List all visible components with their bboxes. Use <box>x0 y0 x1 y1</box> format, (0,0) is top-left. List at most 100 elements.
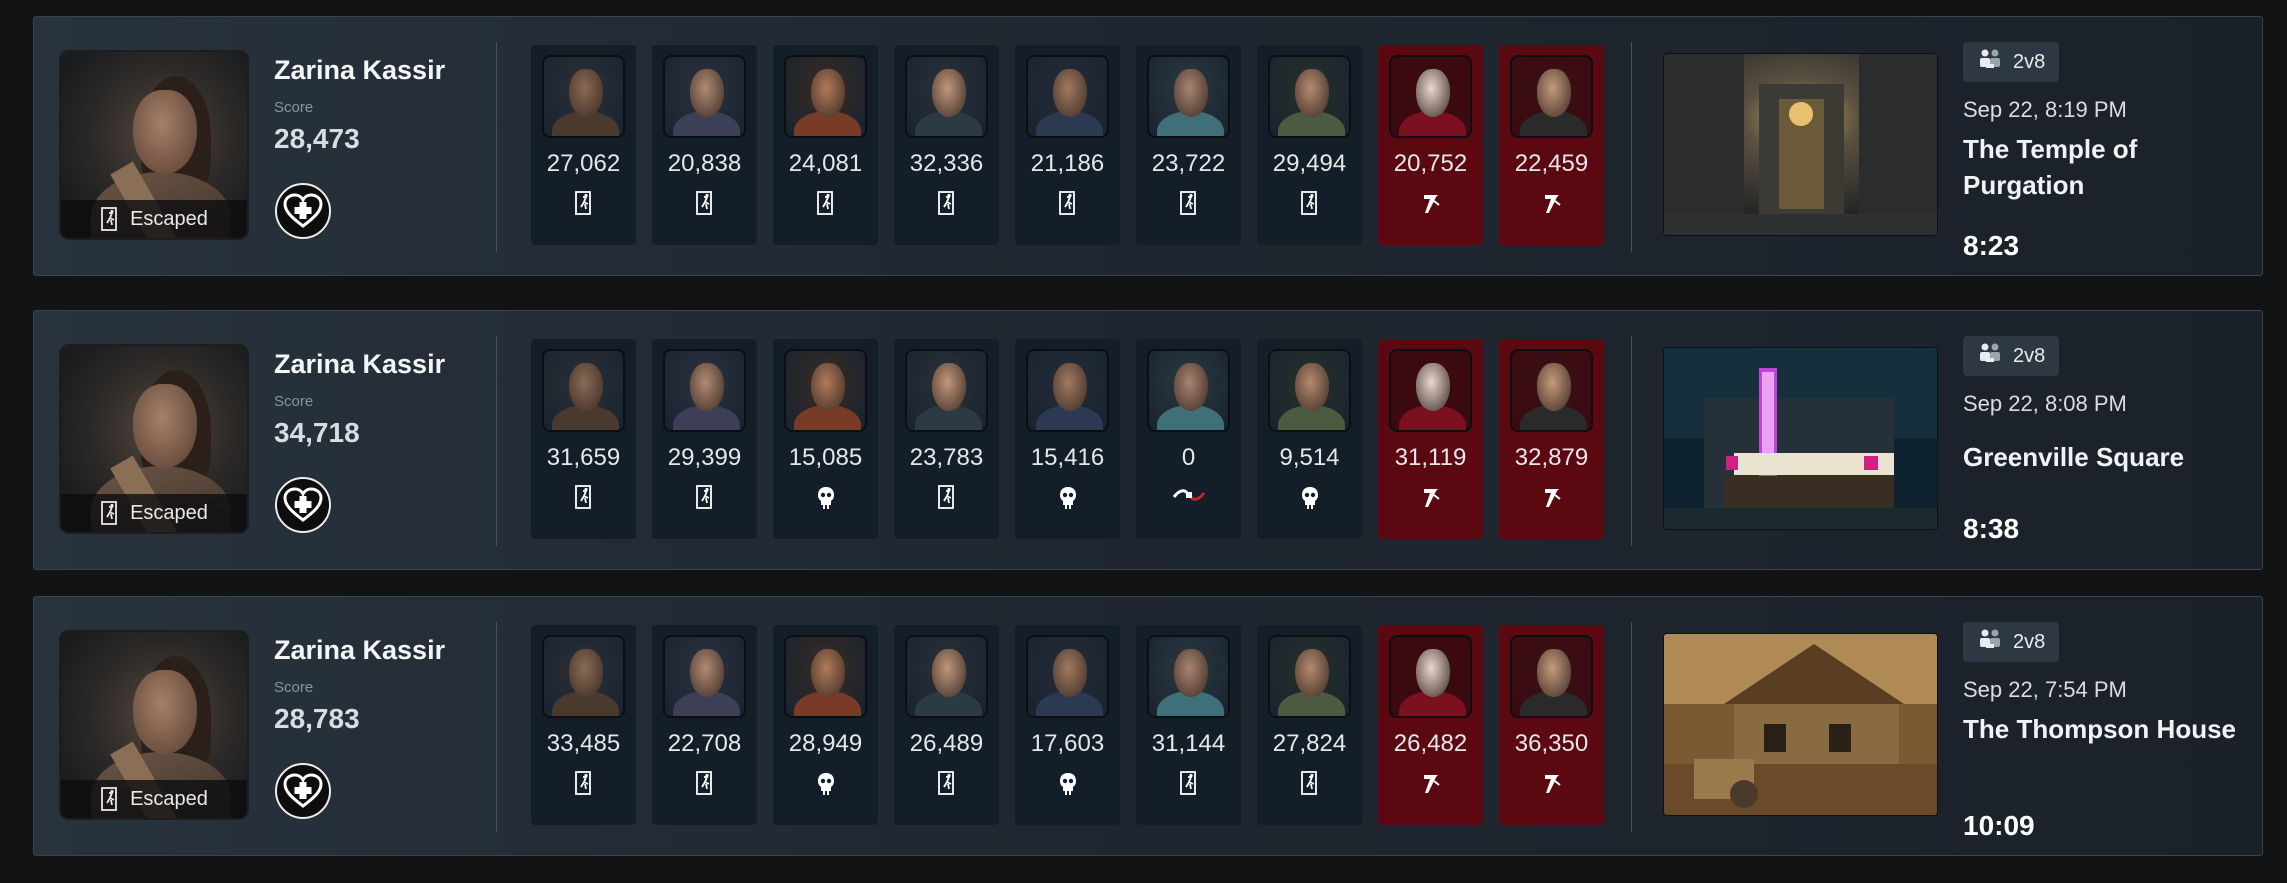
player-score: 34,718 <box>274 417 360 448</box>
match-duration: 8:23 <box>1963 230 2020 261</box>
players-icon <box>1977 627 2003 657</box>
character-portrait <box>784 635 867 718</box>
score-label: Score <box>274 99 314 116</box>
map-thumbnail <box>1663 633 1938 816</box>
exit-door-icon <box>894 485 999 509</box>
character-portrait <box>1147 55 1230 138</box>
survivor-card[interactable]: 31,659 <box>531 339 636 539</box>
exit-door-icon <box>531 771 636 795</box>
participant-score: 23,783 <box>909 444 984 471</box>
character-portrait <box>784 349 867 432</box>
match-date: Sep 22, 7:54 PM <box>1963 677 2127 702</box>
participants-list: 27,062 20,838 24,081 32,336 21,186 23,72… <box>531 45 1604 245</box>
survivor-card[interactable]: 23,783 <box>894 339 999 539</box>
killer-card[interactable]: 36,350 <box>1499 625 1604 825</box>
exit-door-icon <box>531 485 636 509</box>
character-portrait <box>1510 349 1593 432</box>
mode-label: 2v8 <box>2013 630 2046 653</box>
participant-score: 24,081 <box>788 150 863 177</box>
killer-card[interactable]: 22,459 <box>1499 45 1604 245</box>
participants-list: 31,659 29,399 15,085 23,783 15,416 0 9,5… <box>531 339 1604 539</box>
survivor-card[interactable]: 32,336 <box>894 45 999 245</box>
survivor-card[interactable]: 29,494 <box>1257 45 1362 245</box>
heart-plus-icon[interactable] <box>275 763 331 819</box>
character-portrait <box>784 55 867 138</box>
survivor-card[interactable]: 28,949 <box>773 625 878 825</box>
mode-badge: 2v8 <box>1963 42 2060 82</box>
participant-score: 31,144 <box>1151 730 1226 757</box>
map-name: Greenville Square <box>1963 442 2185 472</box>
character-portrait <box>1389 349 1472 432</box>
survivor-card[interactable]: 23,722 <box>1136 45 1241 245</box>
character-portrait <box>1510 55 1593 138</box>
participant-score: 27,824 <box>1272 730 1347 757</box>
score-label: Score <box>274 679 314 696</box>
participant-score: 33,485 <box>546 730 621 757</box>
knife-icon <box>1499 191 1604 217</box>
character-portrait <box>1268 635 1351 718</box>
participant-score: 20,752 <box>1393 150 1468 177</box>
map-thumbnail <box>1663 53 1938 236</box>
map-thumbnail <box>1663 347 1938 530</box>
player-status: Escaped <box>61 200 247 238</box>
character-portrait <box>1147 349 1230 432</box>
survivor-card[interactable]: 27,824 <box>1257 625 1362 825</box>
divider <box>1631 336 1632 546</box>
survivor-card[interactable]: 20,838 <box>652 45 757 245</box>
exit-door-icon <box>531 191 636 215</box>
map-name: The Thompson House <box>1963 714 2236 744</box>
player-portrait[interactable]: Escaped <box>59 344 249 534</box>
heart-plus-icon[interactable] <box>275 477 331 533</box>
survivor-card[interactable]: 33,485 <box>531 625 636 825</box>
player-status-label: Escaped <box>130 501 208 524</box>
player-portrait[interactable]: Escaped <box>59 630 249 820</box>
character-portrait <box>663 349 746 432</box>
exit-door-icon <box>100 787 120 811</box>
player-score: 28,473 <box>274 123 360 154</box>
participant-score: 9,514 <box>1279 444 1340 471</box>
heart-plus-icon[interactable] <box>275 183 331 239</box>
exit-door-icon <box>652 771 757 795</box>
player-portrait[interactable]: Escaped <box>59 50 249 240</box>
survivor-card[interactable]: 27,062 <box>531 45 636 245</box>
character-portrait <box>1026 635 1109 718</box>
mode-badge: 2v8 <box>1963 622 2060 662</box>
survivor-card[interactable]: 22,708 <box>652 625 757 825</box>
character-portrait <box>663 55 746 138</box>
participant-score: 28,949 <box>788 730 863 757</box>
survivor-card[interactable]: 15,416 <box>1015 339 1120 539</box>
killer-card[interactable]: 32,879 <box>1499 339 1604 539</box>
killer-card[interactable]: 31,119 <box>1378 339 1483 539</box>
survivor-card[interactable]: 21,186 <box>1015 45 1120 245</box>
character-portrait <box>905 349 988 432</box>
match-row[interactable]: Escaped Zarina Kassir Score 28,783 33,48… <box>33 596 2263 856</box>
survivor-card[interactable]: 24,081 <box>773 45 878 245</box>
survivor-card[interactable]: 31,144 <box>1136 625 1241 825</box>
match-row[interactable]: Escaped Zarina Kassir Score 28,473 27,06… <box>33 16 2263 276</box>
participant-score: 22,708 <box>667 730 742 757</box>
divider <box>1631 622 1632 832</box>
exit-door-icon <box>652 485 757 509</box>
skull-icon <box>1015 485 1120 511</box>
participant-score: 20,838 <box>667 150 742 177</box>
killer-card[interactable]: 20,752 <box>1378 45 1483 245</box>
match-row[interactable]: Escaped Zarina Kassir Score 34,718 31,65… <box>33 310 2263 570</box>
exit-door-icon <box>100 501 120 525</box>
survivor-card[interactable]: 9,514 <box>1257 339 1362 539</box>
skull-icon <box>1257 485 1362 511</box>
exit-door-icon <box>100 207 120 231</box>
survivor-card[interactable]: 15,085 <box>773 339 878 539</box>
survivor-card[interactable]: 17,603 <box>1015 625 1120 825</box>
killer-card[interactable]: 26,482 <box>1378 625 1483 825</box>
survivor-card[interactable]: 26,489 <box>894 625 999 825</box>
match-duration: 8:38 <box>1963 513 2020 544</box>
player-status: Escaped <box>61 494 247 532</box>
participant-score: 31,119 <box>1394 444 1467 471</box>
participant-score: 0 <box>1181 444 1196 471</box>
survivor-card[interactable]: 0 <box>1136 339 1241 539</box>
player-score: 28,783 <box>274 703 360 734</box>
survivor-card[interactable]: 29,399 <box>652 339 757 539</box>
divider <box>496 42 497 252</box>
character-portrait <box>542 635 625 718</box>
players-icon <box>1977 341 2003 371</box>
